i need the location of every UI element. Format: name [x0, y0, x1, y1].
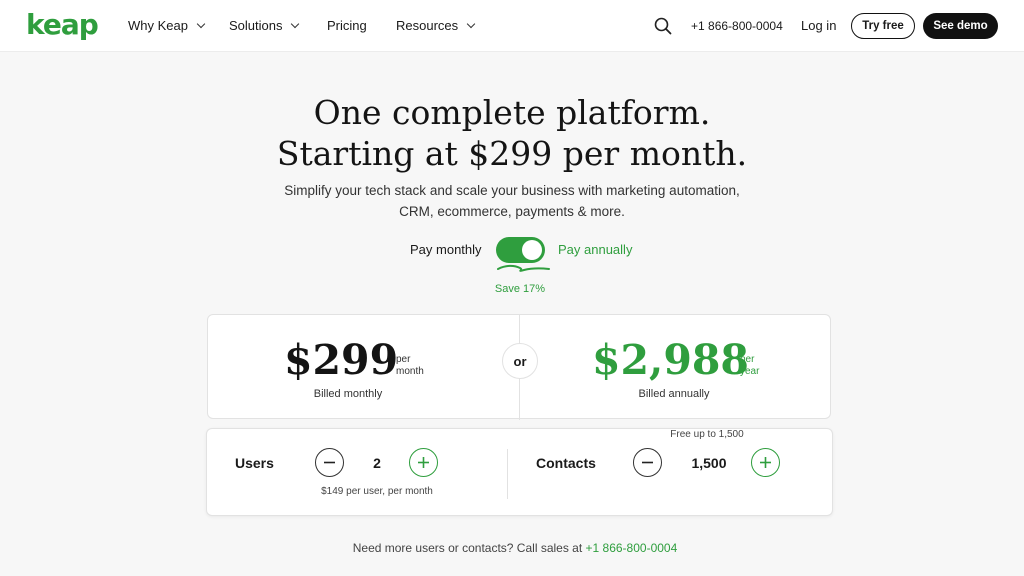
contacts-quantity-value[interactable]: 1,500	[677, 455, 741, 471]
page-title: One complete platform. Starting at $299 …	[0, 92, 1024, 174]
chevron-down-icon	[196, 19, 206, 28]
keap-logo[interactable]: keap	[26, 8, 99, 41]
page-subtitle-line-1: Simplify your tech stack and scale your …	[284, 183, 740, 198]
billing-period-toggle[interactable]	[496, 237, 545, 263]
top-navigation-bar: keap Why Keap Solutions Pricing Resource…	[0, 0, 1024, 52]
contact-sales-note: Need more users or contacts? Call sales …	[0, 541, 1024, 555]
page-title-line-1: One complete platform.	[313, 93, 711, 132]
billed-monthly-label: Billed monthly	[313, 388, 383, 400]
quantity-card: Users 2 $149 per user, per month Contact…	[206, 428, 833, 516]
see-demo-button[interactable]: See demo	[923, 13, 998, 39]
nav-solutions[interactable]: Solutions	[229, 18, 300, 33]
contacts-price-note: Free up to 1,500	[670, 429, 744, 440]
annual-price-amount: $2,988	[592, 336, 749, 384]
users-price-note: $149 per user, per month	[321, 486, 433, 497]
nav-why-keap-label: Why Keap	[128, 18, 188, 33]
underline-squiggle-icon	[497, 264, 550, 272]
page-subtitle: Simplify your tech stack and scale your …	[0, 180, 1024, 222]
users-label: Users	[235, 455, 274, 471]
users-decrement-button[interactable]	[315, 448, 344, 477]
search-icon[interactable]	[654, 17, 672, 35]
price-card: $299 per month Billed monthly or $2,988 …	[207, 314, 831, 420]
monthly-period-label: month	[396, 366, 424, 377]
pay-monthly-label[interactable]: Pay monthly	[410, 242, 482, 257]
nav-why-keap[interactable]: Why Keap	[128, 18, 206, 33]
page-subtitle-line-2: CRM, ecommerce, payments & more.	[399, 204, 625, 219]
monthly-price-amount: $299	[284, 336, 399, 384]
toggle-knob	[522, 240, 542, 260]
nav-resources-label: Resources	[396, 18, 459, 33]
or-badge: or	[502, 343, 538, 379]
quantity-divider	[507, 449, 508, 499]
header-phone-link[interactable]: +1 866-800-0004	[691, 19, 783, 33]
users-quantity-value[interactable]: 2	[357, 455, 397, 471]
nav-pricing-label: Pricing	[327, 18, 367, 33]
page-title-line-2: Starting at $299 per month.	[276, 134, 748, 173]
contact-sales-text: Need more users or contacts? Call sales …	[352, 541, 583, 555]
nav-solutions-label: Solutions	[229, 18, 283, 33]
plus-icon	[760, 457, 771, 468]
nav-resources[interactable]: Resources	[396, 18, 476, 33]
sales-phone-link[interactable]: +1 866-800-0004	[586, 541, 678, 555]
minus-icon	[324, 461, 335, 464]
annual-per-label: per	[740, 354, 755, 365]
save-percentage-label: Save 17%	[494, 283, 546, 295]
contacts-increment-button[interactable]	[751, 448, 780, 477]
users-increment-button[interactable]	[409, 448, 438, 477]
annual-price-period: per year	[740, 354, 759, 378]
monthly-price-period: per month	[396, 354, 424, 378]
try-free-button[interactable]: Try free	[851, 13, 915, 39]
contacts-label: Contacts	[536, 455, 596, 471]
annual-period-label: year	[740, 366, 760, 377]
contacts-decrement-button[interactable]	[633, 448, 662, 477]
pay-annually-label[interactable]: Pay annually	[558, 242, 632, 257]
nav-pricing[interactable]: Pricing	[327, 18, 367, 33]
minus-icon	[642, 461, 653, 464]
chevron-down-icon	[291, 19, 300, 28]
login-link[interactable]: Log in	[801, 18, 836, 33]
chevron-down-icon	[466, 19, 476, 28]
plus-icon	[418, 457, 429, 468]
monthly-per-label: per	[396, 354, 411, 365]
billed-annually-label: Billed annually	[638, 388, 710, 400]
